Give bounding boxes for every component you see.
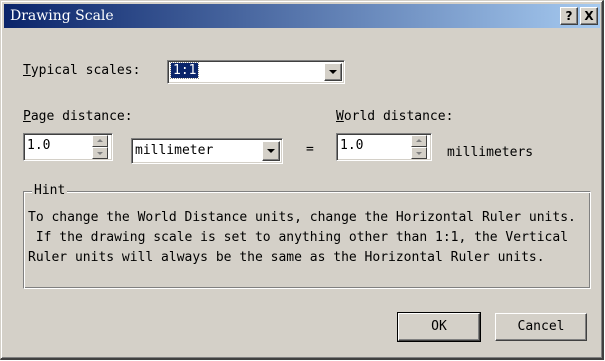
help-icon: ?	[565, 9, 573, 23]
chevron-down-icon	[329, 70, 337, 74]
page-distance-unit-select[interactable]: millimeter	[131, 138, 283, 164]
world-distance-input[interactable]: 1.0	[336, 133, 432, 161]
hint-group: Hint To change the World Distance units,…	[23, 183, 591, 289]
close-icon: X	[584, 9, 594, 23]
title-bar[interactable]: Drawing Scale ? X	[4, 4, 600, 28]
close-button[interactable]: X	[580, 7, 598, 25]
spin-up-icon	[97, 139, 103, 142]
window-title: Drawing Scale	[10, 8, 114, 24]
typical-scales-value: 1:1	[169, 62, 200, 79]
spin-up-icon	[416, 139, 422, 142]
world-distance-value: 1.0	[340, 138, 364, 153]
drawing-scale-dialog: Drawing Scale ? X Typical scales: 1:1 Pa…	[0, 0, 604, 360]
page-distance-unit-value: millimeter	[135, 143, 214, 158]
spin-down-icon	[97, 152, 103, 155]
help-button[interactable]: ?	[560, 7, 578, 25]
world-distance-spin-down[interactable]	[411, 147, 427, 159]
hint-title: Hint	[32, 183, 68, 198]
hint-line-2: If the drawing scale is set to anything …	[28, 230, 569, 245]
page-distance-unit-dropdown-button[interactable]	[262, 141, 280, 161]
page-distance-spinner[interactable]	[92, 135, 108, 159]
page-distance-spin-up[interactable]	[92, 135, 108, 147]
typical-scales-dropdown-button[interactable]	[324, 63, 342, 81]
spin-down-icon	[416, 152, 422, 155]
cancel-button[interactable]: Cancel	[495, 313, 587, 341]
world-distance-spinner[interactable]	[411, 135, 427, 159]
hint-line-3: Ruler units will always be the same as t…	[28, 250, 545, 265]
chevron-down-icon	[267, 149, 275, 153]
world-distance-unit: millimeters	[447, 145, 534, 160]
typical-scales-label: Typical scales:	[23, 63, 141, 78]
hint-line-1: To change the World Distance units, chan…	[28, 210, 576, 225]
ok-button[interactable]: OK	[397, 312, 481, 342]
page-distance-label: Page distance:	[23, 109, 133, 124]
page-distance-input[interactable]: 1.0	[23, 133, 113, 161]
world-distance-label: World distance:	[336, 109, 454, 124]
page-distance-spin-down[interactable]	[92, 147, 108, 159]
page-distance-value: 1.0	[27, 138, 51, 153]
typical-scales-select[interactable]: 1:1	[167, 60, 345, 84]
world-distance-spin-up[interactable]	[411, 135, 427, 147]
equals-sign: =	[306, 142, 314, 157]
